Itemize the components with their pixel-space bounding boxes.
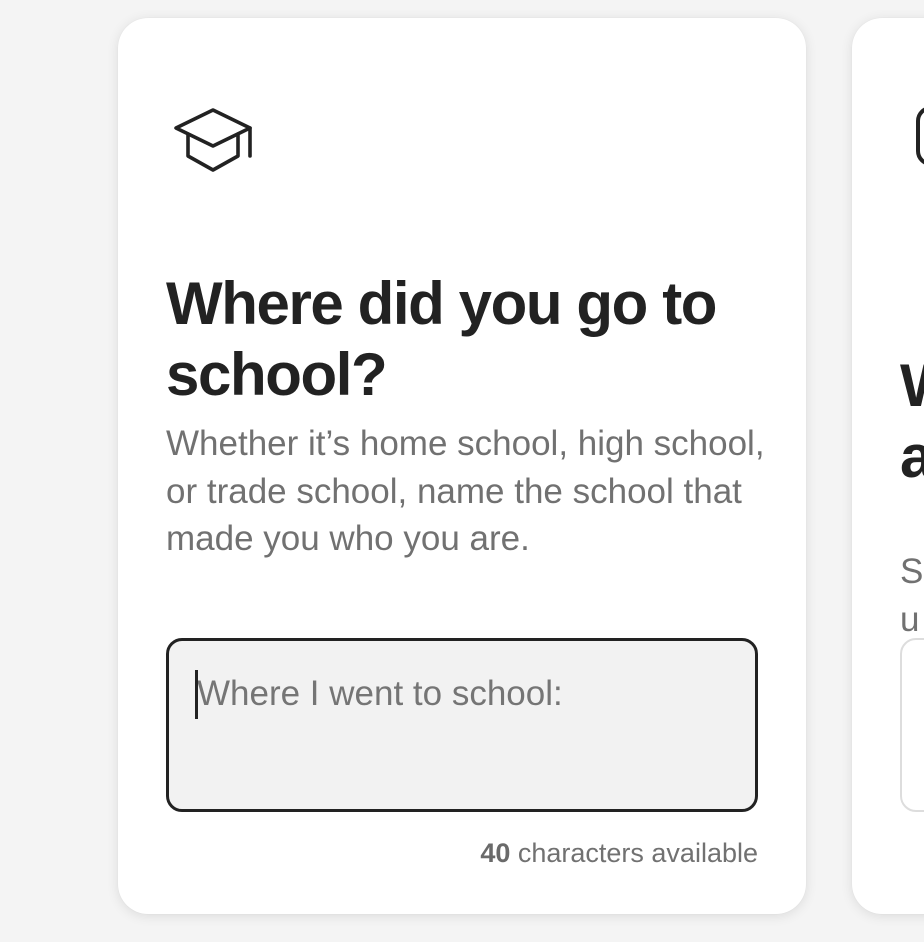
next-prompt-card[interactable]: W a Sl u xyxy=(852,18,924,914)
prompt-title: Where did you go to school? xyxy=(166,270,717,408)
screen: Where did you go to school? Whether it’s… xyxy=(0,0,924,942)
partial-icon xyxy=(916,106,924,166)
next-prompt-title-fragment: W a xyxy=(900,352,924,490)
text-cursor xyxy=(195,670,198,719)
graduation-cap-icon xyxy=(172,106,256,178)
next-prompt-field[interactable] xyxy=(900,638,924,812)
next-prompt-description-fragment: Sl u xyxy=(900,552,924,639)
character-counter-label: characters available xyxy=(510,838,758,868)
prompt-description: Whether it’s home school, high school, o… xyxy=(166,424,765,558)
school-prompt-card: Where did you go to school? Whether it’s… xyxy=(118,18,806,914)
school-input[interactable] xyxy=(197,669,735,719)
school-answer-field[interactable] xyxy=(166,638,758,812)
character-counter: 40 characters available xyxy=(480,838,758,869)
character-count: 40 xyxy=(480,838,511,868)
